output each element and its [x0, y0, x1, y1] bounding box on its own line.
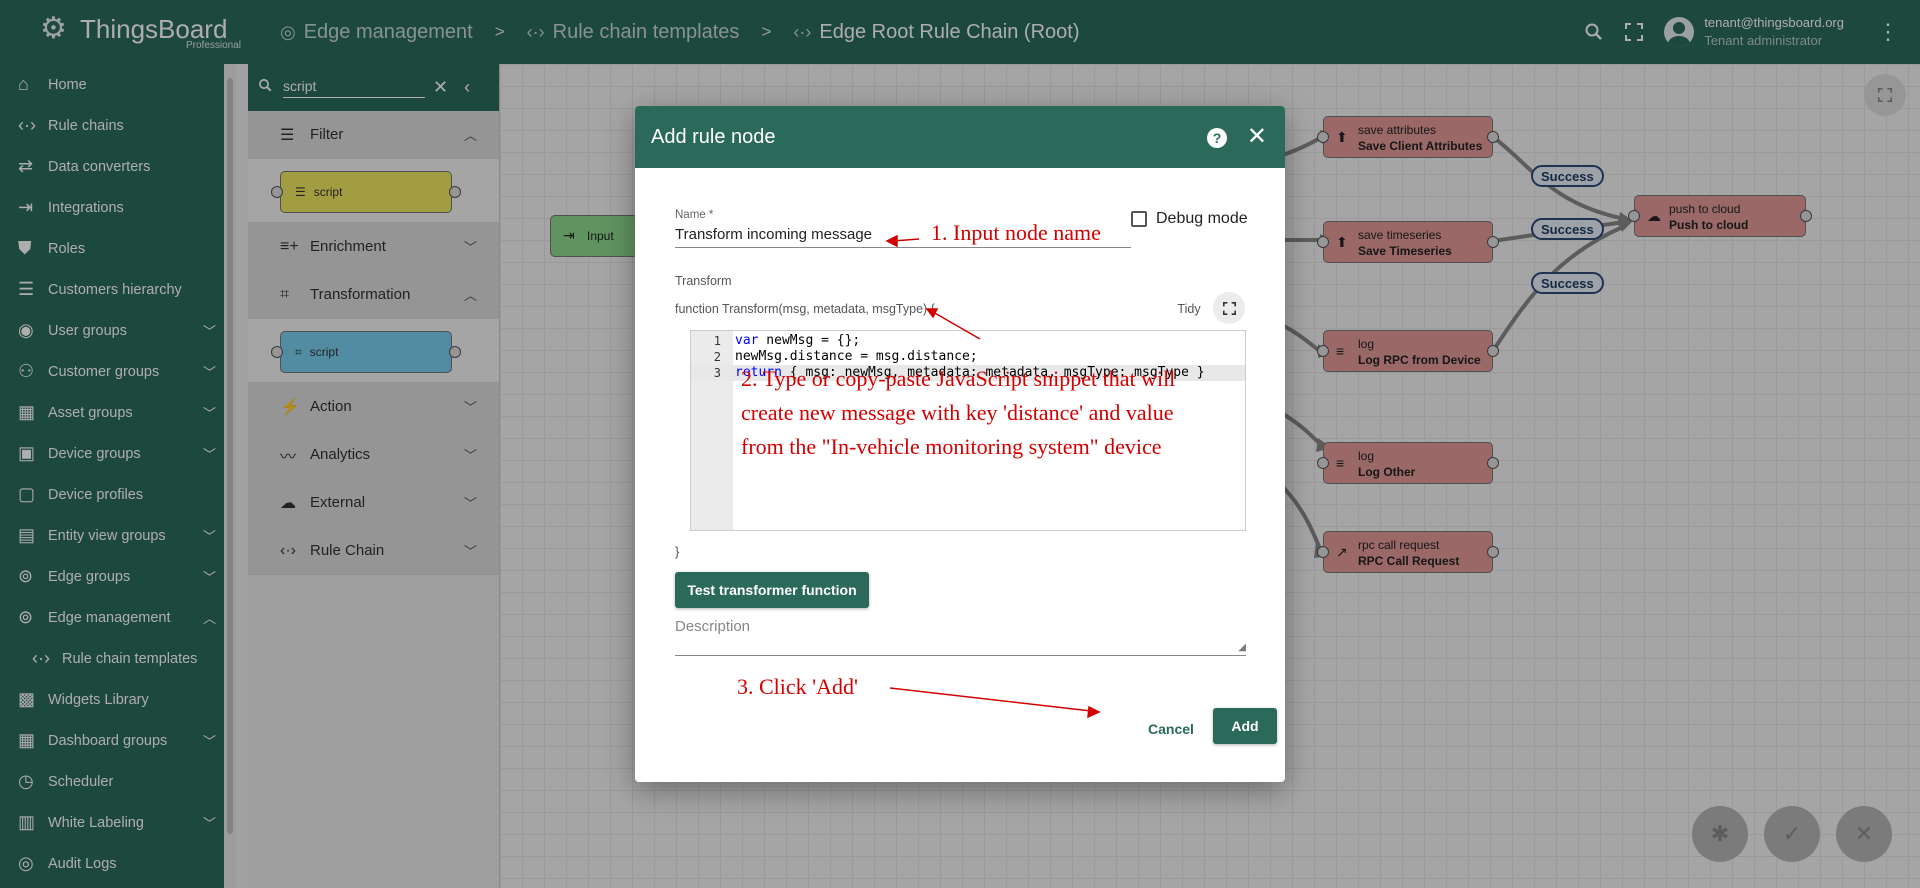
- description-textarea[interactable]: Description ◢: [675, 618, 1246, 656]
- code-rest: newMsg = {};: [758, 333, 861, 348]
- function-close: }: [675, 544, 680, 559]
- expand-editor-icon[interactable]: [1213, 292, 1245, 324]
- keyword: var: [735, 333, 759, 348]
- description-placeholder: Description: [675, 618, 751, 635]
- line-number: 3: [713, 366, 721, 380]
- app: ⚙ ThingsBoard Professional ◎ Edge manage…: [0, 0, 1920, 888]
- tidy-button[interactable]: Tidy: [1172, 296, 1206, 322]
- annotation-step-3: 3. Click 'Add': [737, 674, 858, 699]
- annotation-step-2: 2. Type or copy-paste JavaScript snippet…: [741, 362, 1175, 464]
- resize-handle-icon[interactable]: ◢: [1238, 642, 1246, 653]
- line-number: 1: [713, 334, 721, 348]
- dialog-header: Add rule node ? ✕: [635, 106, 1285, 168]
- transform-label: Transform: [675, 274, 732, 288]
- cancel-button[interactable]: Cancel: [1139, 712, 1203, 746]
- code-text: var newMsg = {};: [735, 333, 860, 349]
- dialog-title: Add rule node: [651, 125, 776, 148]
- checkbox-icon: [1131, 211, 1147, 227]
- debug-mode-label: Debug mode: [1156, 210, 1248, 227]
- add-button[interactable]: Add: [1213, 708, 1277, 744]
- annotation-line: create new message with key 'distance' a…: [741, 400, 1174, 425]
- function-header: function Transform(msg, metadata, msgTyp…: [675, 302, 935, 316]
- help-icon[interactable]: ?: [1207, 128, 1227, 148]
- name-field-label: Name *: [675, 209, 714, 221]
- annotation-line: 2. Type or copy-paste JavaScript snippet…: [741, 366, 1176, 391]
- annotation-step-1: 1. Input node name: [931, 220, 1101, 245]
- test-transformer-button[interactable]: Test transformer function: [675, 572, 869, 608]
- close-icon[interactable]: ✕: [1247, 122, 1267, 151]
- code-line: 1 var newMsg = {};: [691, 333, 1245, 349]
- add-rule-node-dialog: Add rule node ? ✕ Name * Transform incom…: [635, 106, 1285, 782]
- annotation-line: from the "In-vehicle monitoring system" …: [741, 434, 1162, 459]
- line-number: 2: [713, 350, 721, 364]
- debug-mode-checkbox[interactable]: Debug mode: [1131, 210, 1248, 228]
